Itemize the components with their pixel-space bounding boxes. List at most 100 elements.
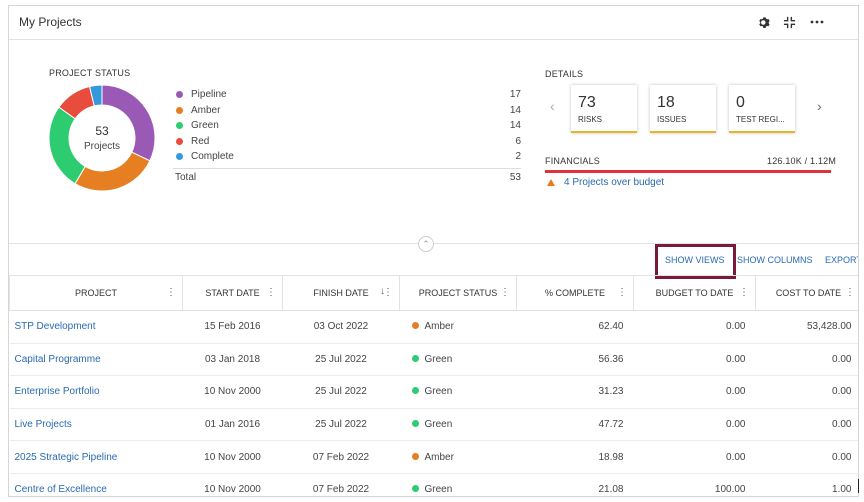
- finish-date-cell: 25 Jul 2022: [282, 375, 400, 409]
- column-menu-icon[interactable]: ⋮: [266, 287, 276, 298]
- legend-value: 2: [515, 151, 521, 163]
- table-row[interactable]: Centre of Excellence 10 Nov 2000 07 Feb 20…: [9, 473, 858, 496]
- finish-date-cell: 07 Feb 2022: [282, 440, 400, 474]
- status-text: Green: [424, 386, 453, 398]
- column-header-cost-to-date[interactable]: COST TO DATE ⋮: [755, 275, 858, 311]
- status-dot: [411, 452, 419, 460]
- legend-item[interactable]: Green 14: [173, 118, 521, 134]
- issues-count: 18: [657, 94, 675, 111]
- legend-dot: [176, 137, 183, 145]
- project-status-cell: Green: [399, 473, 517, 496]
- cost-to-date-cell: 0.00: [755, 440, 858, 474]
- status-dot: [411, 354, 419, 362]
- status-text: Green: [424, 419, 453, 431]
- cost-to-date-cell: 0.00: [755, 343, 858, 377]
- legend-total-value: 53: [509, 171, 521, 183]
- cost-to-date-cell: 0.00: [755, 408, 858, 442]
- status-text: Green: [424, 484, 453, 496]
- my-projects-widget: My Projects PROJECT STATUS 53 Projects P…: [8, 5, 859, 497]
- project-status-cell: Amber: [399, 440, 517, 474]
- chevron-up-icon[interactable]: ⌃: [418, 236, 434, 252]
- legend-value: 6: [515, 135, 521, 147]
- project-link[interactable]: Capital Programme: [9, 343, 183, 377]
- table-row[interactable]: STP Development 15 Feb 2016 03 Oct 2022 Amb…: [9, 310, 858, 344]
- column-menu-icon[interactable]: ⋮: [383, 287, 393, 298]
- column-menu-icon[interactable]: ⋮: [617, 287, 627, 298]
- status-dot: [411, 419, 419, 427]
- column-menu-icon[interactable]: ⋮: [166, 287, 176, 298]
- table-row[interactable]: Live Projects 01 Jan 2016 25 Jul 2022 Green…: [9, 408, 858, 442]
- text-cursor: [858, 479, 859, 493]
- table-row[interactable]: 2025 Strategic Pipeline 10 Nov 2000 07 Feb…: [9, 440, 858, 474]
- table-row[interactable]: Capital Programme 03 Jan 2018 25 Jul 2022 G…: [9, 343, 858, 377]
- budget-warning-text: 4 Projects over budget: [564, 177, 665, 188]
- budget-to-date-cell: 100.00: [633, 473, 756, 496]
- status-dot: [411, 387, 419, 395]
- legend-dot: [176, 106, 183, 114]
- legend-label: Red: [191, 135, 210, 147]
- financials-label: FINANCIALS: [545, 156, 601, 166]
- project-link[interactable]: Centre of Excellence: [9, 473, 183, 496]
- table-row[interactable]: Enterprise Portfolio 10 Nov 2000 25 Jul 20…: [9, 375, 858, 409]
- start-date-cell: 01 Jan 2016: [182, 408, 283, 442]
- cost-to-date-cell: 0.00: [755, 375, 858, 409]
- column-header-finish-date[interactable]: FINISH DATE ↓ ⋮: [282, 275, 400, 311]
- finish-date-cell: 03 Oct 2022: [282, 310, 400, 344]
- show-columns-button[interactable]: SHOW COLUMNS: [737, 255, 813, 265]
- project-status-cell: Amber: [399, 310, 517, 344]
- column-menu-icon[interactable]: ⋮: [500, 287, 510, 298]
- legend-value: 14: [509, 120, 521, 132]
- budget-to-date-cell: 0.00: [633, 375, 756, 409]
- legend-item[interactable]: Pipeline 17: [173, 87, 521, 103]
- cost-to-date-cell: 53,428.00: [755, 310, 858, 344]
- column-header-percent-complete[interactable]: % COMPLETE ⋮: [516, 275, 634, 311]
- finish-date-cell: 25 Jul 2022: [282, 343, 400, 377]
- chevron-right-icon[interactable]: ›: [817, 98, 822, 114]
- status-legend: Pipeline 17 Amber 14 Green 14 Red 6 Complete 2 To…: [173, 87, 521, 183]
- collapse-icon[interactable]: [780, 13, 798, 31]
- status-dot: [411, 322, 419, 330]
- percent-complete-cell: 47.72: [516, 408, 634, 442]
- project-link[interactable]: 2025 Strategic Pipeline: [9, 440, 183, 474]
- issues-card[interactable]: 18 ISSUES: [650, 85, 716, 133]
- column-header-project[interactable]: PROJECT ⋮: [9, 275, 183, 311]
- column-menu-icon[interactable]: ⋮: [739, 287, 749, 298]
- legend-total-label: Total: [175, 171, 197, 183]
- project-link[interactable]: Enterprise Portfolio: [9, 375, 183, 409]
- financials-bar: [545, 170, 831, 173]
- risks-count: 73: [578, 94, 596, 111]
- more-icon[interactable]: [808, 13, 826, 31]
- percent-complete-cell: 62.40: [516, 310, 634, 344]
- percent-complete-cell: 56.36: [516, 343, 634, 377]
- status-text: Amber: [424, 321, 454, 333]
- risks-card[interactable]: 73 RISKS: [571, 85, 637, 133]
- project-link[interactable]: STP Development: [9, 310, 183, 344]
- project-status-cell: Green: [399, 408, 517, 442]
- project-link[interactable]: Live Projects: [9, 408, 183, 442]
- donut-slice-amber[interactable]: [74, 151, 151, 192]
- legend-label: Green: [191, 120, 219, 132]
- column-header-start-date[interactable]: START DATE ⋮: [182, 275, 283, 311]
- issues-label: ISSUES: [657, 115, 687, 124]
- warning-icon: [547, 179, 555, 186]
- test-register-card[interactable]: 0 TEST REGI...: [729, 85, 795, 133]
- start-date-cell: 03 Jan 2018: [182, 343, 283, 377]
- gear-icon[interactable]: [755, 13, 773, 31]
- legend-item[interactable]: Complete 2: [173, 149, 521, 165]
- donut-slice-green[interactable]: [48, 106, 86, 185]
- start-date-cell: 10 Nov 2000: [182, 440, 283, 474]
- project-status-label: PROJECT STATUS: [49, 68, 131, 78]
- column-header-budget-to-date[interactable]: BUDGET TO DATE ⋮: [633, 275, 756, 311]
- budget-warning[interactable]: 4 Projects over budget: [547, 177, 664, 188]
- budget-to-date-cell: 0.00: [633, 408, 756, 442]
- status-text: Amber: [424, 451, 454, 463]
- export-button[interactable]: EXPORT: [825, 255, 858, 265]
- chevron-left-icon[interactable]: ‹: [550, 98, 555, 114]
- column-header-project-status[interactable]: PROJECT STATUS ⋮: [399, 275, 517, 311]
- legend-item[interactable]: Amber 14: [173, 103, 521, 119]
- column-menu-icon[interactable]: ⋮: [845, 287, 855, 298]
- legend-item[interactable]: Red 6: [173, 134, 521, 150]
- risks-label: RISKS: [578, 115, 603, 124]
- donut-center-value: 53: [95, 124, 109, 138]
- status-dot: [411, 485, 419, 493]
